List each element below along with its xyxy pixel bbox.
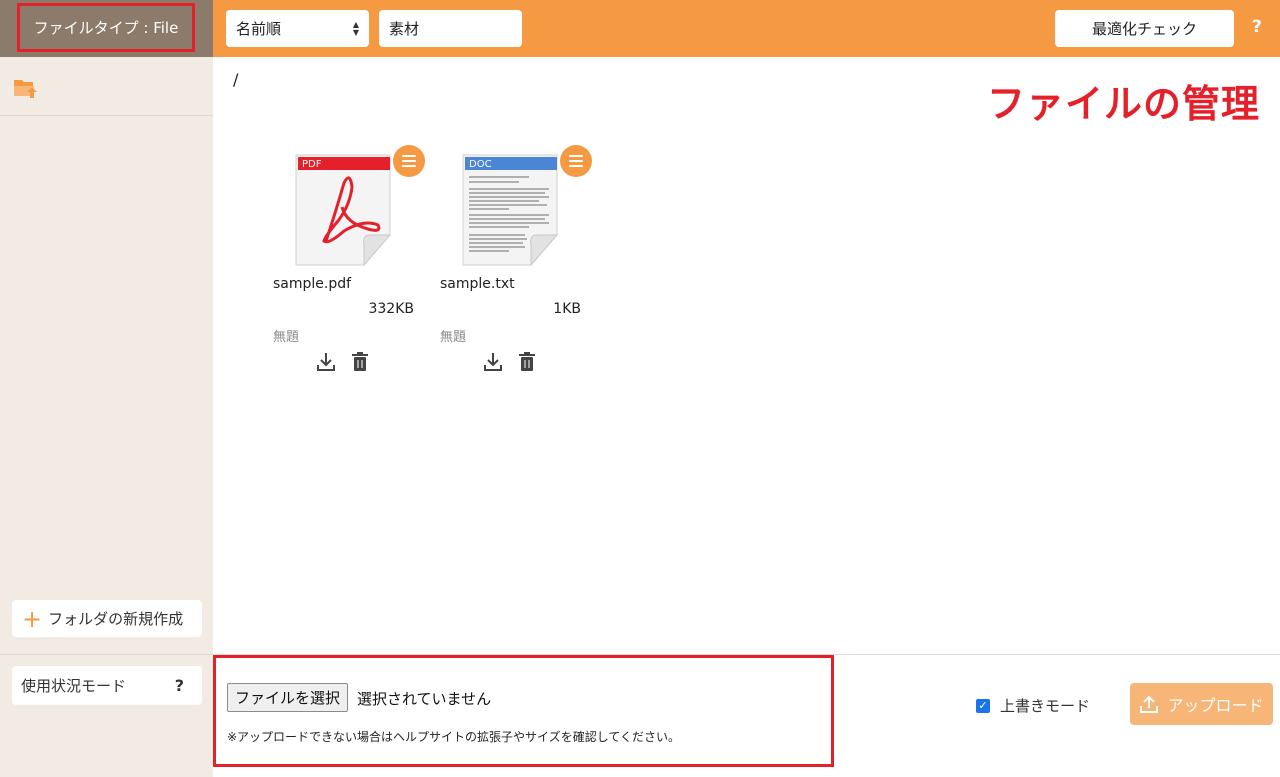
new-folder-label: フォルダの新規作成 bbox=[48, 610, 184, 628]
file-type-button[interactable]: ファイルタイプ : File bbox=[17, 3, 195, 52]
file-type-label: ファイルタイプ : File bbox=[33, 19, 179, 37]
sidebar-divider-bottom bbox=[0, 654, 213, 655]
file-menu-button[interactable] bbox=[560, 145, 592, 177]
file-menu-button[interactable] bbox=[393, 145, 425, 177]
doc-thumb-label: DOC bbox=[469, 159, 492, 170]
trash-icon[interactable] bbox=[516, 351, 538, 373]
upload-note: ※アップロードできない場合はヘルプサイトの拡張子やサイズを確認してください。 bbox=[227, 730, 680, 744]
sort-value: 名前順 bbox=[236, 20, 282, 38]
upload-icon bbox=[1140, 695, 1159, 713]
file-actions bbox=[315, 351, 371, 373]
file-selection-status: 選択されていません bbox=[357, 690, 492, 708]
file-type-header: ファイルタイプ : File bbox=[0, 0, 213, 57]
file-actions bbox=[482, 351, 538, 373]
usage-mode-label: 使用状況モード bbox=[21, 677, 127, 695]
sort-select[interactable]: 名前順 ▲ ▼ bbox=[226, 10, 369, 47]
pdf-file-icon[interactable]: PDF bbox=[288, 151, 398, 271]
upload-button[interactable]: アップロード bbox=[1130, 683, 1273, 725]
file-card[interactable]: PDF sample.pdf 332KB 無題 bbox=[273, 145, 425, 385]
help-icon[interactable]: ? bbox=[1252, 17, 1262, 37]
usage-help-icon[interactable]: ? bbox=[175, 676, 184, 695]
current-path: / bbox=[233, 70, 239, 89]
optimize-check-button[interactable]: 最適化チェック bbox=[1055, 10, 1234, 47]
file-title: 無題 bbox=[440, 330, 467, 345]
upload-panel: ファイルを選択 選択されていません ※アップロードできない場合はヘルプサイトの拡… bbox=[213, 655, 834, 767]
trash-icon[interactable] bbox=[349, 351, 371, 373]
filter-input[interactable] bbox=[379, 10, 522, 47]
doc-file-icon[interactable]: DOC bbox=[455, 151, 565, 271]
choose-file-label: ファイルを選択 bbox=[235, 689, 341, 707]
plus-icon: + bbox=[22, 604, 43, 633]
download-icon[interactable] bbox=[315, 351, 337, 373]
overwrite-mode[interactable]: ✓ 上書きモード bbox=[976, 695, 1090, 716]
updown-arrow-icon: ▲ ▼ bbox=[352, 19, 359, 37]
upload-label: アップロード bbox=[1167, 696, 1264, 715]
choose-file-button[interactable]: ファイルを選択 bbox=[227, 683, 349, 712]
file-size: 1KB bbox=[553, 301, 581, 317]
page-heading: ファイルの管理 bbox=[986, 82, 1260, 126]
download-icon[interactable] bbox=[482, 351, 504, 373]
file-title: 無題 bbox=[273, 330, 300, 345]
optimize-label: 最適化チェック bbox=[1091, 20, 1197, 38]
new-folder-button[interactable]: + フォルダの新規作成 bbox=[12, 600, 202, 637]
usage-mode-button[interactable]: 使用状況モード ? bbox=[12, 666, 202, 705]
overwrite-label: 上書きモード bbox=[1000, 697, 1091, 715]
file-browser: / ファイルの管理 PDF sample.pdf 332KB 無題 DOC sa… bbox=[213, 57, 1280, 654]
file-name: sample.txt bbox=[440, 276, 515, 292]
file-size: 332KB bbox=[368, 301, 414, 317]
top-toolbar: 名前順 ▲▼ 最適化チェック ? bbox=[213, 0, 1280, 57]
file-name: sample.pdf bbox=[273, 276, 352, 292]
pdf-thumb-label: PDF bbox=[302, 159, 322, 170]
file-card[interactable]: DOC sample.txt 1KB 無題 bbox=[440, 145, 592, 385]
sidebar: ファイルタイプ : File + フォルダの新規作成 使用状況モード ? bbox=[0, 0, 213, 777]
overwrite-checkbox[interactable]: ✓ bbox=[976, 698, 990, 713]
folder-upload-icon[interactable] bbox=[12, 74, 40, 102]
sidebar-divider bbox=[0, 115, 213, 116]
